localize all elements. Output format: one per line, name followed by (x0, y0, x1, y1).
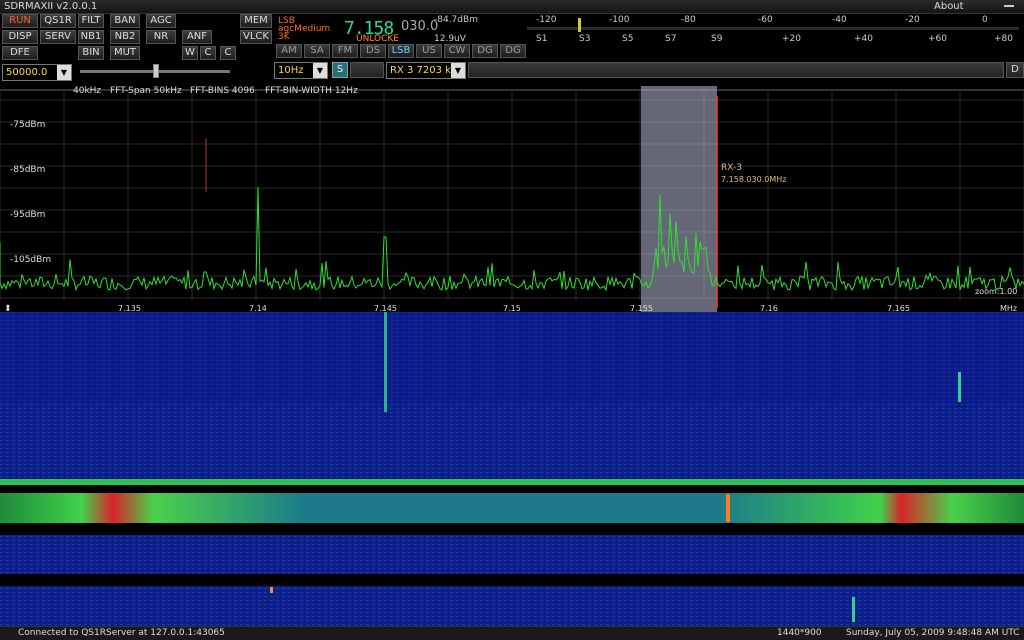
s-button[interactable]: S (332, 62, 348, 78)
screen-resolution: 1440*900 (777, 628, 822, 638)
title-bar: SDRMAXII v2.0.0.1 About (0, 0, 1024, 14)
x-axis-label: 7.15 (503, 304, 521, 312)
frequency-display: LSB agcMedium 3K 7.158 030.0 UNLOCKE (276, 14, 438, 44)
mut-button[interactable]: MUT (110, 46, 140, 60)
about-menu[interactable]: About (934, 1, 964, 12)
waterfall-panel[interactable] (0, 312, 1024, 626)
step-select[interactable]: 10Hz ▼ (274, 62, 328, 79)
spectrum-panel[interactable]: -75dBm -85dBm -95dBm -105dBm 7.135 7.14 7.145 7… (0, 82, 1024, 314)
dfe-button[interactable]: DFE (2, 46, 38, 60)
s-meter-level-marker (578, 18, 581, 32)
datetime-status: Sunday, July 05, 2009 9:48:48 AM UTC (846, 628, 1020, 638)
fft-bins-label: FFT-BINS 4096 (190, 86, 255, 96)
fft-span-label: FFT-Span 50kHz (110, 86, 182, 96)
nb2-button[interactable]: NB2 (110, 30, 140, 44)
chevron-down-icon: ▼ (313, 63, 327, 78)
agc-button[interactable]: AGC (146, 14, 176, 28)
sample-rate-select[interactable]: 50000.0 ▼ (2, 64, 72, 81)
fft-bin-width-label: FFT-BIN-WIDTH 12Hz (265, 86, 358, 96)
s-meter-top-label: -80 (681, 15, 696, 25)
x-axis-unit: MHz (1000, 304, 1017, 312)
s-meter-bottom-label: +40 (854, 34, 873, 44)
bin-button[interactable]: BIN (78, 46, 104, 60)
waterfall-image[interactable] (0, 312, 1024, 626)
s-meter-bottom-label: S1 (536, 34, 548, 44)
s-meter-bottom-label: S5 (622, 34, 634, 44)
anf-button[interactable]: ANF (182, 30, 212, 44)
mem-button[interactable]: MEM (240, 14, 272, 28)
c-button-2[interactable]: C (220, 46, 236, 60)
x-axis-label: 7.155 (630, 304, 653, 312)
s-meter-bottom-label: S9 (711, 34, 723, 44)
x-axis-label: 7.16 (760, 304, 778, 312)
s-meter-top-label: 0 (982, 15, 988, 25)
d-button[interactable]: D (1006, 62, 1024, 78)
s-meter-top-label: -40 (832, 15, 847, 25)
run-button[interactable]: RUN (2, 14, 38, 28)
x-axis-label: 7.145 (374, 304, 397, 312)
mode-fm-button[interactable]: FM (332, 44, 358, 58)
mode-us-button[interactable]: US (416, 44, 442, 58)
vlck-button[interactable]: VLCK (240, 30, 272, 44)
span-label: 40kHz (73, 86, 102, 96)
ban-button[interactable]: BAN (110, 14, 140, 28)
s-meter: -84.7dBm 12.9uV -120 -100 -80 -60 -40 -2… (432, 14, 1024, 44)
window-title: SDRMAXII v2.0.0.1 (4, 1, 98, 12)
s-meter-bottom-label: S3 (579, 34, 591, 44)
nr-button[interactable]: NR (146, 30, 176, 44)
w-button[interactable]: W (182, 46, 198, 60)
y-axis-label: -105dBm (10, 255, 51, 265)
info-bar (468, 62, 1004, 78)
mode-dg-button[interactable]: DG (472, 44, 498, 58)
resize-arrow-icon: ⬍ (4, 304, 12, 312)
rx-frequency-label: 7.158.030.0MHz (721, 175, 786, 184)
volume-slider-thumb[interactable] (153, 64, 159, 78)
bandwidth-readout: 3K (278, 32, 290, 42)
receiver-value: RX 3 7203 kH (390, 65, 459, 76)
minimize-icon[interactable] (1004, 5, 1014, 7)
s-meter-bottom-label: +20 (782, 34, 801, 44)
mode-dg-button-2[interactable]: DG (500, 44, 526, 58)
s-meter-top-label: -60 (758, 15, 773, 25)
s-meter-bar (527, 18, 1019, 32)
chevron-down-icon: ▼ (451, 63, 465, 78)
s-meter-bottom-label: S7 (665, 34, 677, 44)
qs1r-button[interactable]: QS1R (40, 14, 76, 28)
status-bar: Connected to QS1RServer at 127.0.0.1:430… (0, 626, 1024, 640)
nb1-button[interactable]: NB1 (78, 30, 104, 44)
mode-am-button[interactable]: AM (276, 44, 302, 58)
serv-button[interactable]: SERV (40, 30, 76, 44)
mode-sa-button[interactable]: SA (304, 44, 330, 58)
sample-rate-value: 50000.0 (6, 67, 48, 78)
uv-readout: 12.9uV (434, 34, 466, 44)
mode-ds-button[interactable]: DS (360, 44, 386, 58)
x-axis-label: 7.165 (887, 304, 910, 312)
x-axis-label: 7.135 (118, 304, 141, 312)
s-meter-bottom-label: +80 (994, 34, 1013, 44)
filt-button[interactable]: FILT (78, 14, 104, 28)
mode-lsb-button[interactable]: LSB (388, 44, 414, 58)
c-button-1[interactable]: C (200, 46, 216, 60)
step-value: 10Hz (278, 65, 304, 76)
spectrum-plot[interactable]: -75dBm -85dBm -95dBm -105dBm 7.135 7.14 7.145 7… (0, 82, 1024, 314)
x-axis-label: 7.14 (249, 304, 267, 312)
receiver-select[interactable]: RX 3 7203 kH ▼ (386, 62, 466, 79)
s-meter-bottom-label: +60 (928, 34, 947, 44)
rx-label: RX-3 (721, 163, 742, 173)
s-meter-top-label: -20 (905, 15, 920, 25)
spacer-bar (350, 62, 384, 78)
y-axis-label: -95dBm (10, 210, 45, 220)
connection-status: Connected to QS1RServer at 127.0.0.1:430… (18, 628, 225, 638)
y-axis-label: -85dBm (10, 165, 45, 175)
y-axis-label: -75dBm (10, 120, 45, 130)
s-meter-top-label: -100 (609, 15, 630, 25)
s-meter-top-label: -120 (536, 15, 557, 25)
mode-cw-button[interactable]: CW (444, 44, 470, 58)
dbm-readout: -84.7dBm (434, 15, 478, 25)
chevron-down-icon: ▼ (57, 65, 71, 80)
lock-state: UNLOCKE (356, 34, 399, 44)
disp-button[interactable]: DISP (2, 30, 38, 44)
